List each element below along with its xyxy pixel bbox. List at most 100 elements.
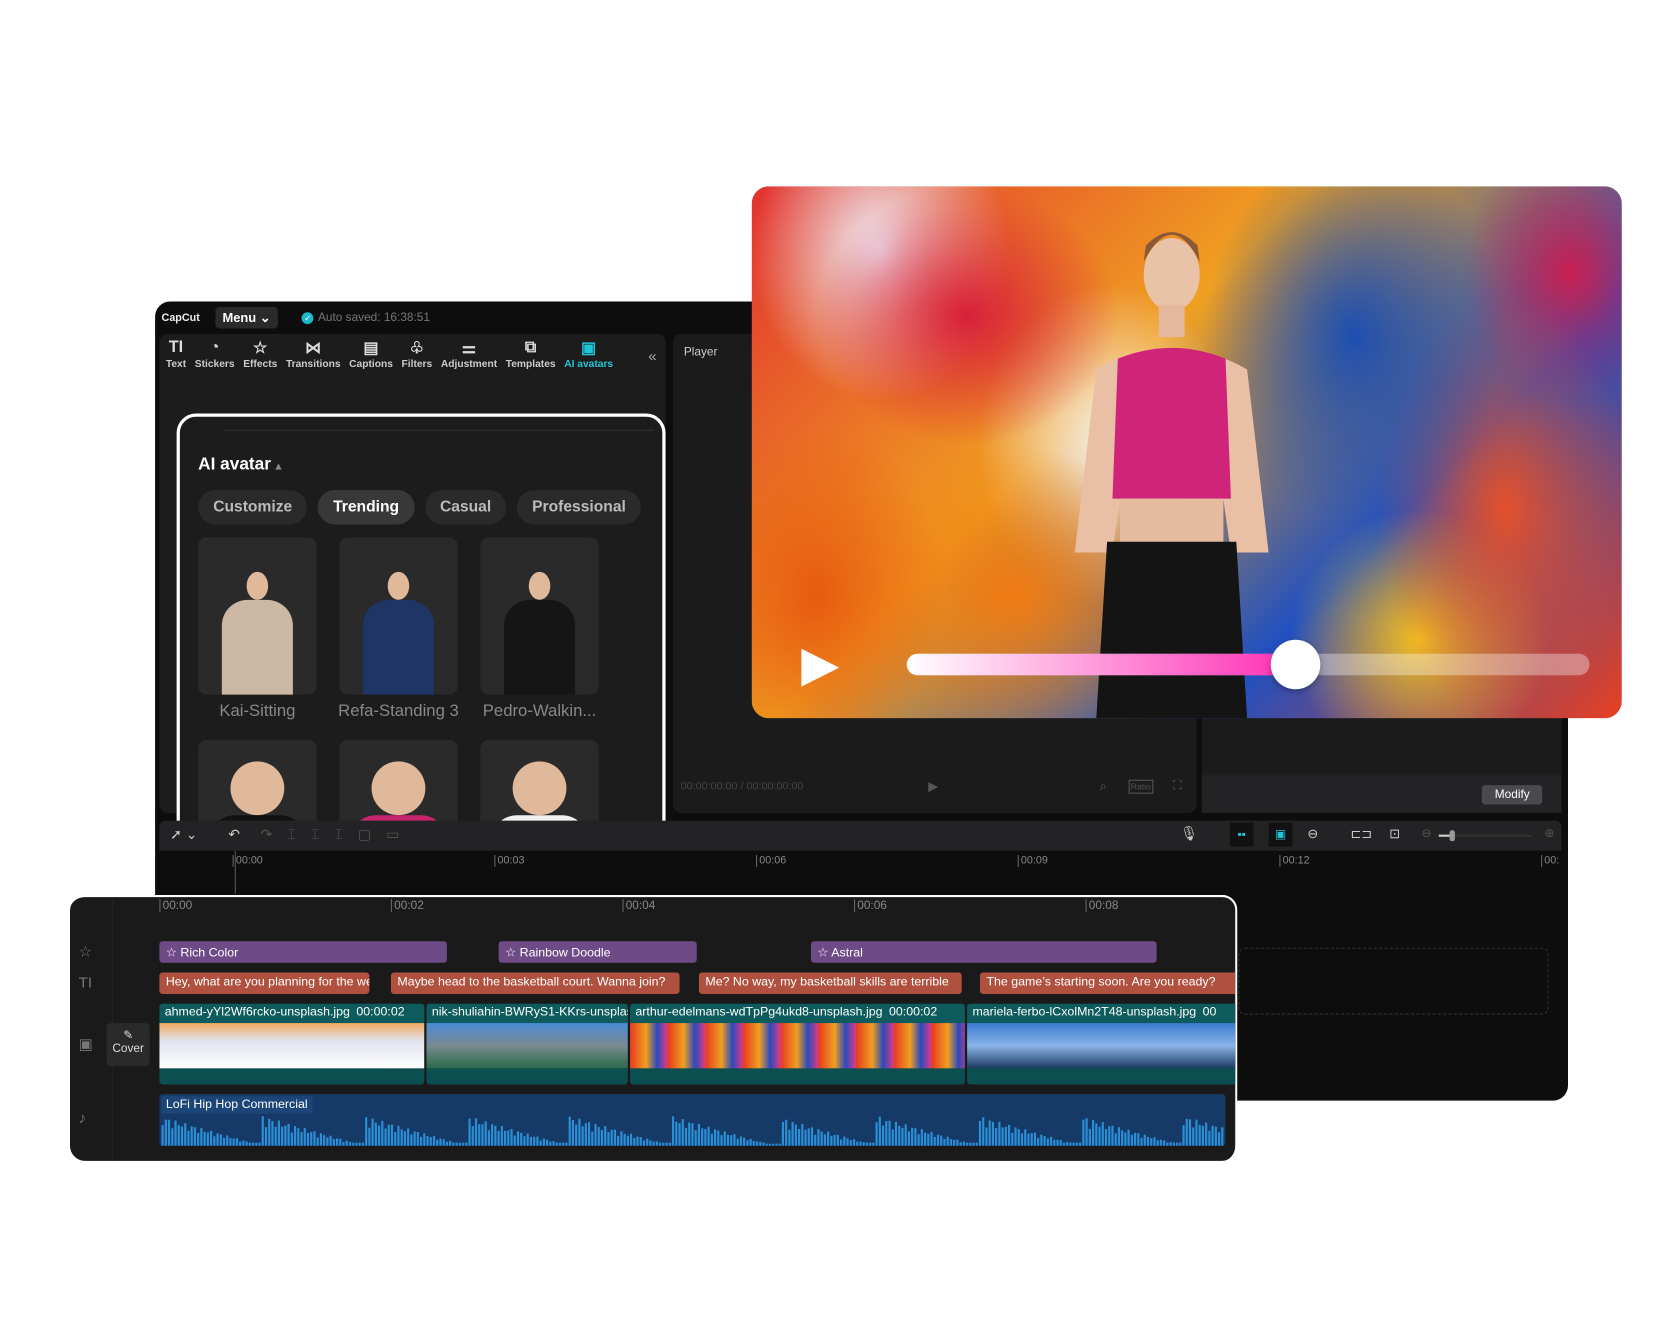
tab-templates[interactable]: ⧉ Templates xyxy=(501,338,559,370)
waveform-bar xyxy=(620,1131,623,1146)
tab-captions[interactable]: ▤ Captions xyxy=(345,338,397,370)
waveform-bar xyxy=(1007,1124,1011,1146)
text-clip[interactable]: Hey, what are you planning for the weeke… xyxy=(159,972,370,994)
avatar-thumbnail[interactable] xyxy=(480,537,599,695)
modify-button[interactable]: Modify xyxy=(1481,785,1543,805)
menu-button[interactable]: Menu ⌄ xyxy=(214,306,279,329)
text-clip[interactable]: Maybe head to the basketball court. Wann… xyxy=(390,972,680,994)
waveform-bar xyxy=(429,1137,432,1146)
waveform-bar xyxy=(478,1124,481,1146)
waveform-bar xyxy=(581,1126,584,1146)
waveform-bar xyxy=(167,1119,171,1146)
clip-filename: mariela-ferbo-lCxolMn2T48-unsplash.jpg xyxy=(972,1005,1197,1019)
preview-axis-icon[interactable]: ⊡ xyxy=(1389,826,1400,841)
link-icon[interactable]: ⊖ xyxy=(1307,826,1318,841)
collapse-icon[interactable]: « xyxy=(648,347,656,364)
waveform-bar xyxy=(1079,1142,1082,1146)
waveform-bar xyxy=(953,1139,956,1146)
avatar-thumbnail[interactable] xyxy=(339,537,458,695)
undo-icon[interactable]: ↶ xyxy=(228,826,240,843)
waveform-bar xyxy=(1114,1133,1117,1146)
ratio-button[interactable]: Ratio xyxy=(1128,779,1154,794)
waveform-bar xyxy=(219,1134,222,1146)
tab-stickers[interactable]: ◔ Stickers xyxy=(190,338,238,370)
play-icon[interactable]: ▶ xyxy=(801,634,839,692)
effect-clip[interactable]: ☆ Rich Color xyxy=(159,941,447,963)
ai-avatars-icon: ▣ xyxy=(581,339,597,358)
waveform-bar xyxy=(642,1140,646,1146)
waveform-bar xyxy=(817,1129,820,1146)
video-clip[interactable]: arthur-edelmans-wdTpPg4ukd8-unsplash.jpg… xyxy=(629,1003,965,1085)
zoom-in-icon[interactable]: ⊕ xyxy=(1544,826,1554,840)
waveform-bar xyxy=(956,1139,959,1146)
chip-casual[interactable]: Casual xyxy=(424,489,507,525)
tab-text[interactable]: TI Text xyxy=(162,338,191,370)
progress-knob[interactable] xyxy=(1271,639,1321,690)
waveform-bar xyxy=(226,1135,229,1146)
waveform-bar xyxy=(852,1139,856,1146)
zoom-out-icon[interactable]: ⊖ xyxy=(1422,826,1432,840)
waveform-bar xyxy=(258,1142,261,1146)
waveform-bar xyxy=(1182,1125,1185,1146)
chip-professional[interactable]: Professional xyxy=(517,489,641,525)
tab-ai-avatars[interactable]: ▣ AI avatars xyxy=(560,338,618,370)
waveform-bar xyxy=(617,1135,620,1146)
audio-clip[interactable]: LoFi Hip Hop Commercial xyxy=(159,1094,1226,1146)
playhead[interactable] xyxy=(234,850,236,894)
select-tool-icon[interactable]: ➚ ⌄ xyxy=(170,826,197,843)
clip-filename: nik-shuliahin-BWRyS1-KKrs-unsplash.jpg xyxy=(431,1005,628,1019)
chip-customize[interactable]: Customize xyxy=(198,489,308,525)
waveform-bar xyxy=(474,1118,478,1146)
main-track-magnet-icon[interactable]: ▪▪ xyxy=(1229,822,1254,847)
clip-duration: 00 xyxy=(1202,1005,1217,1019)
chip-trending[interactable]: Trending xyxy=(318,489,415,525)
waveform-bar xyxy=(1033,1132,1036,1146)
waveform-bar xyxy=(371,1118,374,1146)
effect-clip[interactable]: ☆ Rainbow Doodle xyxy=(498,941,697,963)
text-clip[interactable]: The game’s starting soon. Are you ready? xyxy=(979,972,1236,994)
split-icon[interactable]: ⊏⊐ xyxy=(1350,826,1372,841)
effects-track-icon: ☆ xyxy=(78,942,93,960)
zoom-slider[interactable] xyxy=(1438,830,1532,842)
waveform-bar xyxy=(843,1136,846,1146)
waveform-bar xyxy=(965,1142,969,1146)
waveform-bar xyxy=(962,1141,965,1146)
waveform-bar xyxy=(652,1141,655,1146)
media-panel: TI Text ◔ Stickers ☆ Effects ⋈ Transitions ▤ Capt… xyxy=(159,333,666,843)
tab-filters[interactable]: ♧ Filters xyxy=(397,338,436,370)
waveform-bar xyxy=(174,1120,177,1146)
effect-clip[interactable]: ☆ Astral xyxy=(810,941,1157,963)
ruler-label: 00:06 xyxy=(853,899,887,913)
waveform-bar xyxy=(500,1125,503,1146)
waveform-bar xyxy=(213,1136,216,1146)
ai-avatar-heading[interactable]: AI avatar ▴ xyxy=(198,456,281,475)
waveform-bar xyxy=(765,1143,768,1146)
waveform-bar xyxy=(571,1120,574,1146)
auto-snap-icon[interactable]: ▣ xyxy=(1268,822,1293,847)
tab-transitions[interactable]: ⋈ Transitions xyxy=(282,338,345,370)
video-clip[interactable]: ahmed-yYl2Wf6rcko-unsplash.jpg 00:00:02 xyxy=(159,1003,425,1085)
zoom-fit-icon[interactable]: ⌕ xyxy=(1100,779,1107,795)
waveform-bar xyxy=(513,1135,516,1146)
play-icon[interactable]: ▶ xyxy=(928,779,938,794)
waveform-bar xyxy=(161,1125,164,1146)
video-clip[interactable]: nik-shuliahin-BWRyS1-KKrs-unsplash.jpg xyxy=(426,1003,628,1085)
cover-button[interactable]: ✎ Cover xyxy=(106,1023,150,1067)
progress-bar[interactable] xyxy=(906,639,1590,690)
waveform-bar xyxy=(707,1126,710,1146)
microphone-icon[interactable]: 🎙 xyxy=(1180,825,1198,842)
fullscreen-icon[interactable]: ⛶ xyxy=(1173,778,1182,794)
avatar-thumbnail[interactable] xyxy=(198,537,317,695)
text-clip[interactable]: Me? No way, my basketball skills are ter… xyxy=(698,972,962,994)
tab-effects[interactable]: ☆ Effects xyxy=(239,338,282,370)
waveform-bar xyxy=(461,1142,465,1146)
waveform-bar xyxy=(904,1124,907,1146)
waveform-bar xyxy=(972,1142,975,1146)
tab-adjustment[interactable]: ⚌ Adjustment xyxy=(437,338,502,370)
waveform-bar xyxy=(655,1141,658,1146)
waveform-bar xyxy=(898,1125,901,1146)
video-thumbnails xyxy=(426,1023,628,1069)
tool-tabs: TI Text ◔ Stickers ☆ Effects ⋈ Transitions ▤ Capt… xyxy=(159,334,665,370)
waveform-bar xyxy=(565,1142,568,1146)
video-clip[interactable]: mariela-ferbo-lCxolMn2T48-unsplash.jpg 00 xyxy=(967,1003,1236,1085)
